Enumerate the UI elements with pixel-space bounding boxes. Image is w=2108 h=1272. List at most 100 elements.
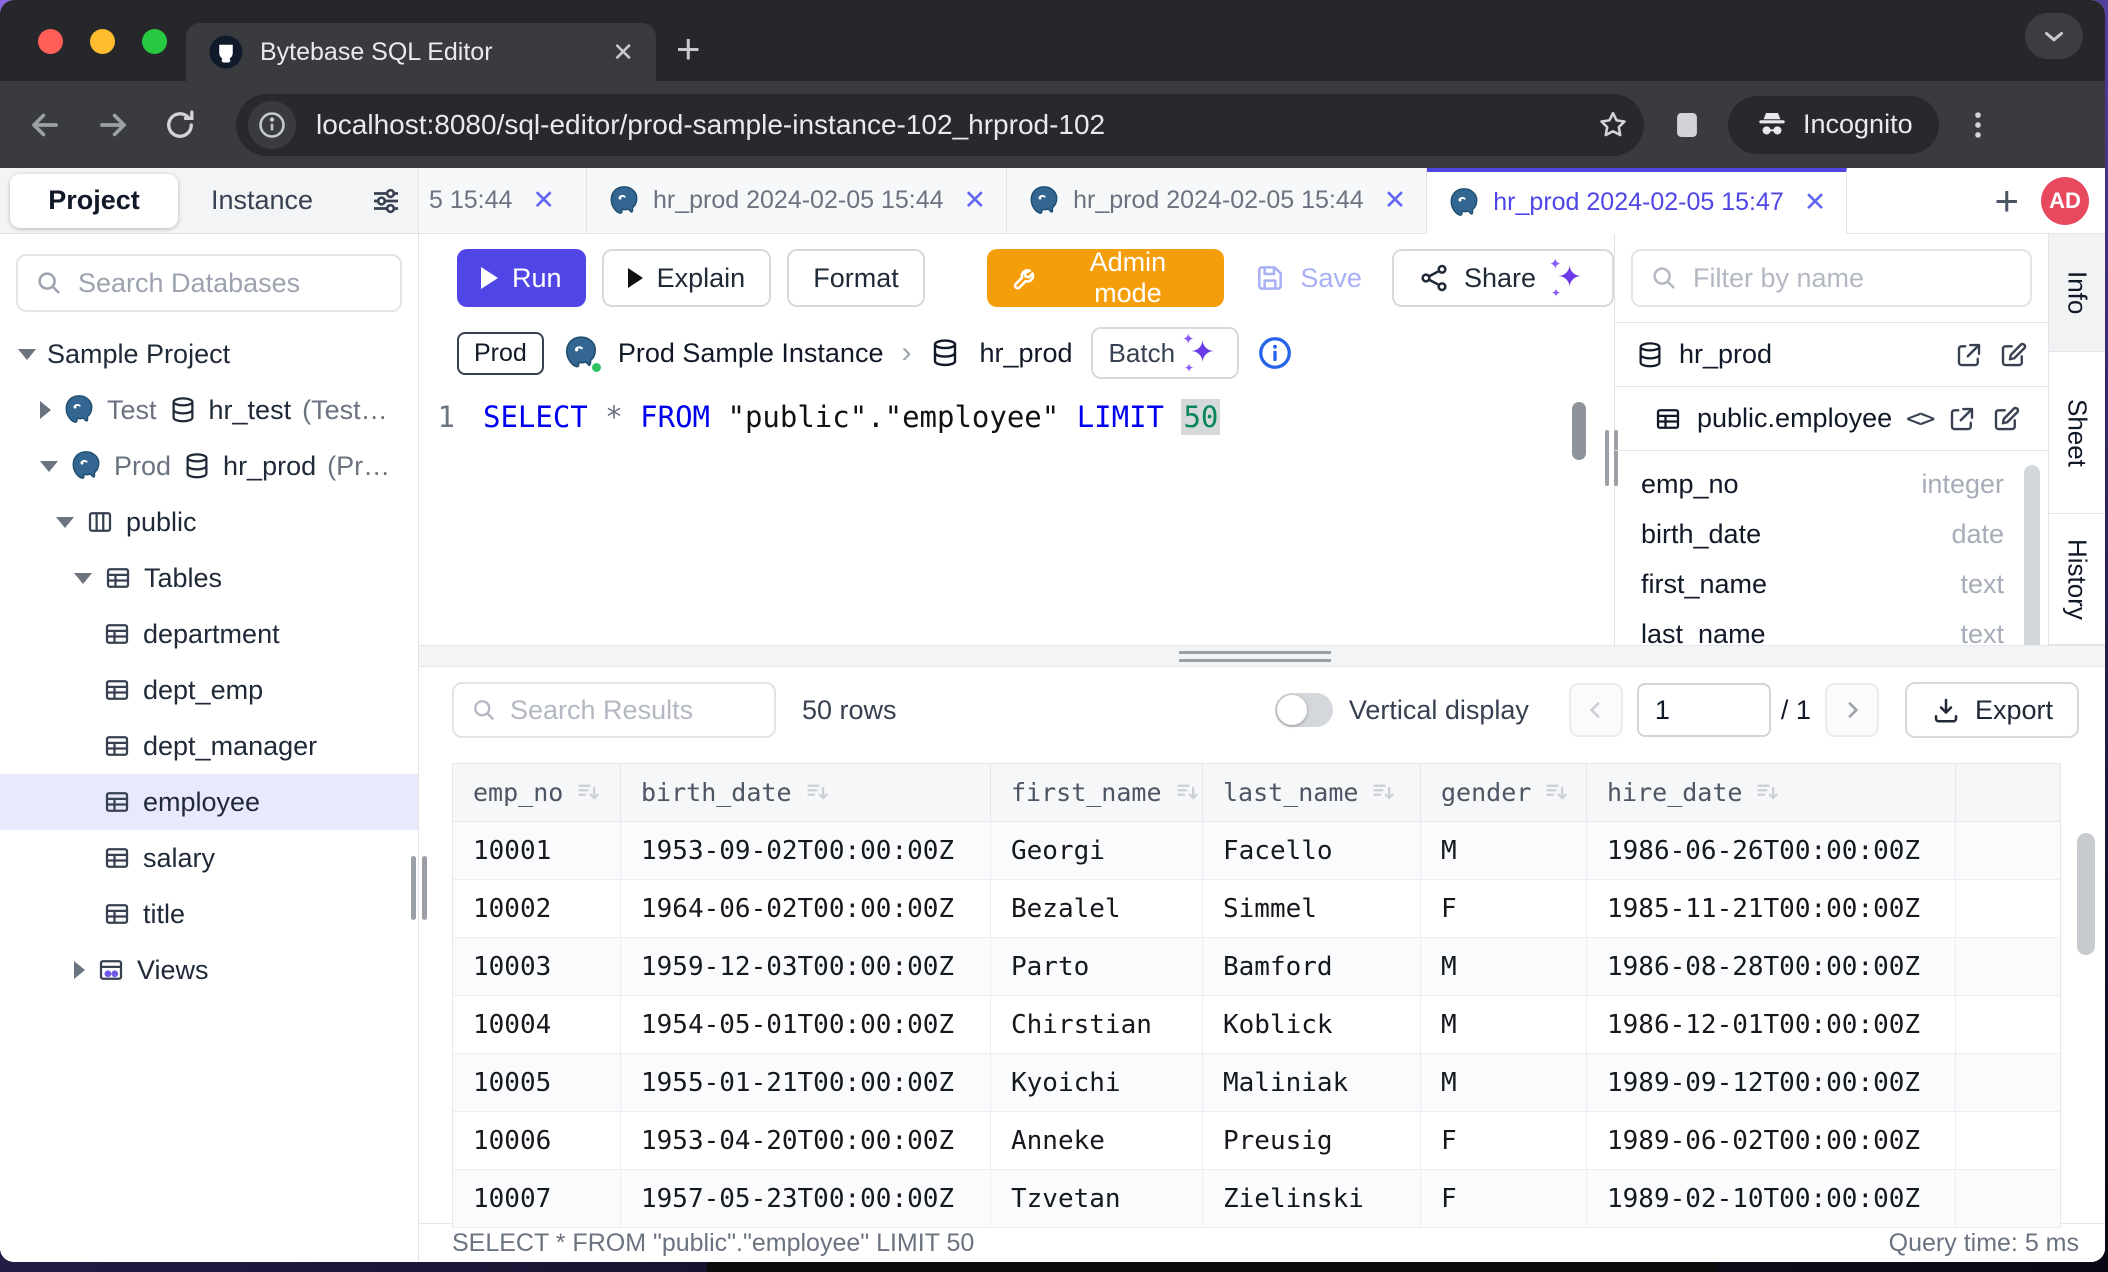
share-button[interactable]: Share ✦✦✦ <box>1392 249 1614 307</box>
table-row[interactable]: 100021964-06-02T00:00:00ZBezalelSimmelF1… <box>453 880 2060 938</box>
sort-icon[interactable] <box>575 779 602 806</box>
admin-mode-button[interactable]: Admin mode <box>987 249 1225 307</box>
site-info-icon[interactable] <box>248 101 296 149</box>
edit-icon[interactable] <box>1991 404 2021 434</box>
tree-item-hr-test[interactable]: Testhr_test(Test… <box>0 382 418 438</box>
tab-instance[interactable]: Instance <box>178 174 346 228</box>
sort-icon[interactable] <box>1174 779 1201 806</box>
caret-right-icon[interactable] <box>74 961 85 979</box>
tree-item-views[interactable]: Views <box>0 942 418 998</box>
caret-down-icon[interactable] <box>56 517 74 528</box>
tree-item-dept-emp[interactable]: dept_emp <box>0 662 418 718</box>
divider-drag-handle[interactable] <box>1179 651 1331 667</box>
close-tab-icon[interactable]: ✕ <box>612 37 634 68</box>
database-name[interactable]: hr_prod <box>979 338 1072 369</box>
tree-item-sample-project[interactable]: Sample Project <box>0 326 418 382</box>
editor-tab-3[interactable]: hr_prod 2024-02-05 15:44✕ <box>1007 168 1427 233</box>
reload-button[interactable] <box>162 107 198 143</box>
sort-icon[interactable] <box>804 779 831 806</box>
save-button[interactable]: Save <box>1240 249 1376 307</box>
vertical-display-toggle[interactable] <box>1275 693 1333 727</box>
table-row[interactable]: 100051955-01-21T00:00:00ZKyoichiMaliniak… <box>453 1054 2060 1112</box>
editor-tab-1[interactable]: 5 15:44✕ <box>419 168 587 233</box>
results-search-input[interactable]: Search Results <box>452 682 776 738</box>
close-tab-icon[interactable]: ✕ <box>1384 185 1407 216</box>
column-header-first_name[interactable]: first_name <box>991 764 1203 821</box>
database-search-input[interactable]: Search Databases <box>16 254 402 312</box>
column-header-gender[interactable]: gender <box>1421 764 1587 821</box>
format-button[interactable]: Format <box>787 249 925 307</box>
prev-page-button[interactable] <box>1569 683 1623 737</box>
column-header-emp_no[interactable]: emp_no <box>453 764 621 821</box>
connection-info-icon[interactable] <box>1257 335 1293 371</box>
schema-database-row[interactable]: hr_prod <box>1615 322 2048 386</box>
column-row-last_name[interactable]: last_nametext <box>1615 609 2048 645</box>
batch-button[interactable]: Batch ✦✦✦ <box>1091 327 1240 379</box>
table-row[interactable]: 100031959-12-03T00:00:00ZPartoBamfordM19… <box>453 938 2060 996</box>
url-bar[interactable]: localhost:8080/sql-editor/prod-sample-in… <box>236 94 1644 156</box>
caret-down-icon[interactable] <box>40 461 58 472</box>
caret-right-icon[interactable] <box>40 401 51 419</box>
caret-down-icon[interactable] <box>74 573 92 584</box>
back-button[interactable] <box>26 106 64 144</box>
next-page-button[interactable] <box>1825 683 1879 737</box>
sidebar-settings-button[interactable] <box>368 183 404 219</box>
run-button[interactable]: Run <box>457 249 586 307</box>
close-window-button[interactable] <box>38 29 63 54</box>
sidebar-resize-handle[interactable] <box>411 856 427 920</box>
table-row[interactable]: 100011953-09-02T00:00:00ZGeorgiFacelloM1… <box>453 822 2060 880</box>
column-row-emp_no[interactable]: emp_nointeger <box>1615 459 2048 509</box>
tree-item-tables[interactable]: Tables <box>0 550 418 606</box>
new-tab-button[interactable]: + <box>676 25 701 73</box>
bookmark-star-icon[interactable] <box>1596 108 1630 142</box>
schema-table-row[interactable]: public.employee <> <box>1615 386 2048 450</box>
editor-tab-4[interactable]: hr_prod 2024-02-05 15:47✕ <box>1427 168 1847 233</box>
browser-tab[interactable]: Bytebase SQL Editor ✕ <box>186 23 656 81</box>
tree-item-hr-prod[interactable]: Prodhr_prod(Pr… <box>0 438 418 494</box>
side-tab-sheet[interactable]: Sheet <box>2049 352 2105 514</box>
browser-menu-button[interactable] <box>1961 108 1995 142</box>
sort-icon[interactable] <box>1754 779 1781 806</box>
close-tab-icon[interactable]: ✕ <box>532 185 555 216</box>
tree-item-employee[interactable]: employee <box>0 774 418 830</box>
sort-icon[interactable] <box>1370 779 1397 806</box>
minimize-window-button[interactable] <box>90 29 115 54</box>
column-row-birth_date[interactable]: birth_datedate <box>1615 509 2048 559</box>
tree-item-salary[interactable]: salary <box>0 830 418 886</box>
external-link-icon[interactable] <box>1947 404 1977 434</box>
tab-project[interactable]: Project <box>10 174 178 228</box>
column-header-hire_date[interactable]: hire_date <box>1587 764 1956 821</box>
editor-tab-2[interactable]: hr_prod 2024-02-05 15:44✕ <box>587 168 1007 233</box>
column-header-birth_date[interactable]: birth_date <box>621 764 991 821</box>
instance-name[interactable]: Prod Sample Instance <box>618 338 884 369</box>
zoom-window-button[interactable] <box>142 29 167 54</box>
tree-item-title[interactable]: title <box>0 886 418 942</box>
column-row-first_name[interactable]: first_nametext <box>1615 559 2048 609</box>
explain-button[interactable]: Explain <box>602 249 772 307</box>
tree-item-dept-manager[interactable]: dept_manager <box>0 718 418 774</box>
new-sheet-button[interactable]: + <box>1972 177 2041 225</box>
sort-icon[interactable] <box>1543 779 1570 806</box>
close-tab-icon[interactable]: ✕ <box>1804 187 1827 218</box>
table-row[interactable]: 100071957-05-23T00:00:00ZTzvetanZielinsk… <box>453 1170 2060 1228</box>
column-header-last_name[interactable]: last_name <box>1203 764 1421 821</box>
side-panel-icon[interactable] <box>1670 108 1704 142</box>
column-list-scrollbar[interactable] <box>2024 465 2040 645</box>
tree-item-department[interactable]: department <box>0 606 418 662</box>
editor-scrollbar[interactable] <box>1572 402 1586 460</box>
filter-by-name-input[interactable]: Filter by name <box>1631 249 2032 307</box>
code-icon[interactable]: <> <box>1906 404 1933 434</box>
table-row[interactable]: 100061953-04-20T00:00:00ZAnnekePreusigF1… <box>453 1112 2060 1170</box>
caret-down-icon[interactable] <box>18 349 36 360</box>
tree-item-public[interactable]: public <box>0 494 418 550</box>
results-scrollbar[interactable] <box>2077 833 2095 955</box>
close-tab-icon[interactable]: ✕ <box>964 185 987 216</box>
side-tab-info[interactable]: Info <box>2049 234 2105 352</box>
sql-editor[interactable]: 1 SELECT * FROM "public"."employee" LIMI… <box>419 384 1614 645</box>
export-button[interactable]: Export <box>1905 682 2079 738</box>
edit-icon[interactable] <box>1998 340 2028 370</box>
forward-button[interactable] <box>94 106 132 144</box>
side-tab-history[interactable]: History <box>2049 514 2105 645</box>
user-avatar[interactable]: AD <box>2041 177 2089 225</box>
page-number-input[interactable] <box>1637 683 1771 737</box>
